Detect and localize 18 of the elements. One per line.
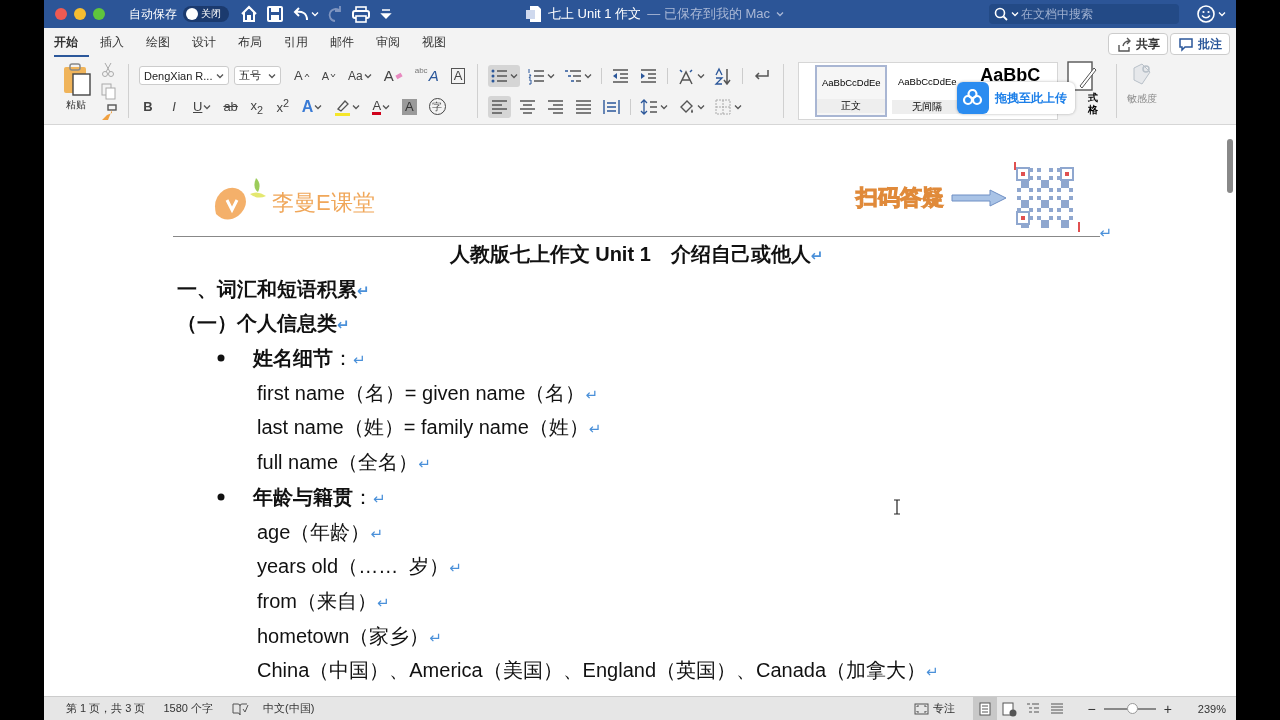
section-heading: 一、词汇和短语积累↵ (177, 276, 371, 302)
list-line: last name（姓）= family name（姓）↵ (257, 415, 603, 441)
autosave-label: 自动保存 (129, 5, 177, 23)
list-line: full name（全名）↵ (257, 450, 432, 476)
list-line: first name（名）= given name（名）↵ (257, 380, 599, 406)
list-line: China（中国）、America（美国）、England（英国）、Canada（加拿大）↵ (257, 658, 940, 684)
window-title: 七上 Unit 1 作文 (548, 5, 642, 23)
header-note: 扫码答疑 (856, 184, 944, 211)
list-line: years old（…… 岁）↵ (257, 554, 463, 580)
bullet-label: 姓名细节：↵ (253, 346, 366, 372)
list-line: hometown（家乡）↵ (257, 623, 443, 649)
document-title: 人教版七上作文 Unit 1 介绍自己或他人↵ (448, 242, 825, 267)
list-line: from（来自）↵ (257, 588, 391, 614)
bullet-label: 年龄与籍贯：↵ (253, 484, 386, 510)
list-line: age（年龄）↵ (257, 519, 384, 545)
subsection-heading: （一）个人信息类↵ (177, 311, 351, 337)
logo-text: 李曼E课堂 (272, 189, 375, 217)
paragraph-mark: ↵ (1099, 226, 1112, 240)
